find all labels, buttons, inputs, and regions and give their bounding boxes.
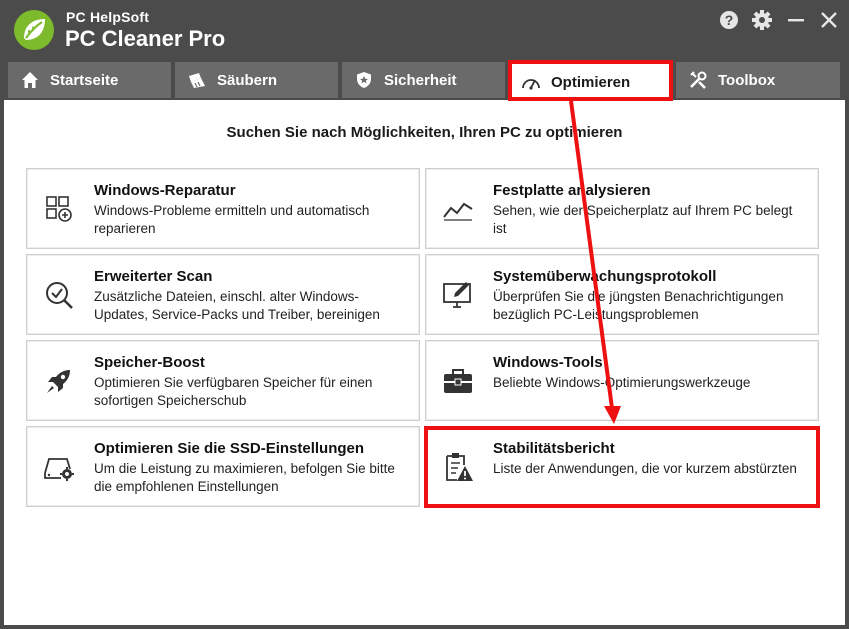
card-stabilitaetsbericht[interactable]: Stabilitätsbericht Liste der Anwendungen… [425, 426, 819, 507]
monitor-edit-icon [442, 279, 474, 311]
magnifier-check-icon [43, 279, 75, 311]
tab-optimieren[interactable]: Optimieren [509, 62, 672, 102]
card-festplatte-analysieren[interactable]: Festplatte analysieren Sehen, wie der Sp… [425, 168, 819, 249]
card-description: Überprüfen Sie die jüngsten Benachrichti… [493, 289, 784, 322]
card-description: Um die Leistung zu maximieren, befolgen … [94, 461, 395, 494]
ssd-gear-icon [43, 451, 75, 483]
card-title: Stabilitätsbericht [493, 440, 615, 457]
card-description: Windows-Probleme ermitteln und automatis… [94, 203, 370, 236]
shield-icon [354, 70, 374, 90]
clipboard-warning-icon [442, 451, 474, 483]
leaf-logo-icon [12, 8, 56, 52]
card-title: Optimieren Sie die SSD-Einstellungen [94, 440, 365, 457]
gauge-icon [521, 72, 541, 92]
main-tabs: Startseite Säubern Sicherheit Optimieren… [0, 58, 849, 102]
tab-startseite[interactable]: Startseite [8, 62, 171, 98]
card-title: Windows-Tools [493, 354, 603, 371]
rocket-icon [43, 365, 75, 397]
card-title: Speicher-Boost [94, 354, 205, 371]
card-description: Beliebte Windows-Optimierungswerkzeuge [493, 375, 751, 390]
brand-company: PC HelpSoft [66, 9, 150, 25]
card-windows-tools[interactable]: Windows-Tools Beliebte Windows-Optimieru… [425, 340, 819, 421]
card-title: Festplatte analysieren [493, 182, 651, 199]
card-description: Optimieren Sie verfügbaren Speicher für … [94, 375, 373, 408]
tab-label: Sicherheit [384, 71, 457, 89]
card-speicher-boost[interactable]: Speicher-Boost Optimieren Sie verfügbare… [26, 340, 420, 421]
gear-icon[interactable] [751, 9, 773, 31]
card-description: Liste der Anwendungen, die vor kurzem ab… [493, 461, 797, 476]
tab-sicherheit[interactable]: Sicherheit [342, 62, 505, 98]
tab-label: Optimieren [551, 73, 631, 91]
windows-plus-icon [43, 193, 75, 225]
card-description: Zusätzliche Dateien, einschl. alter Wind… [94, 289, 380, 322]
card-title: Systemüberwachungsprotokoll [493, 268, 717, 285]
home-icon [20, 70, 40, 90]
optimize-panel: Suchen Sie nach Möglichkeiten, Ihren PC … [4, 100, 845, 625]
card-title: Windows-Reparatur [94, 182, 236, 199]
help-icon[interactable]: ? [718, 9, 740, 31]
toolbox-icon [442, 365, 474, 397]
tab-label: Säubern [217, 71, 278, 89]
tab-label: Toolbox [718, 71, 776, 89]
page-heading: Suchen Sie nach Möglichkeiten, Ihren PC … [226, 124, 623, 141]
minimize-icon[interactable] [785, 9, 807, 31]
card-title: Erweiterter Scan [94, 268, 213, 285]
title-bar: PC HelpSoft PC Cleaner Pro ? [0, 0, 849, 58]
app-title: PC Cleaner Pro [65, 26, 226, 51]
tools-icon [688, 70, 708, 90]
close-icon[interactable] [818, 9, 840, 31]
card-description: Sehen, wie der Speicherplatz auf Ihrem P… [493, 203, 793, 236]
card-ssd-einstellungen[interactable]: Optimieren Sie die SSD-Einstellungen Um … [26, 426, 420, 507]
card-windows-reparatur[interactable]: Windows-Reparatur Windows-Probleme ermit… [26, 168, 420, 249]
broom-icon [187, 70, 207, 90]
trend-chart-icon [442, 193, 474, 225]
tab-toolbox[interactable]: Toolbox [676, 62, 840, 98]
svg-text:?: ? [725, 12, 734, 28]
tab-saeubern[interactable]: Säubern [175, 62, 338, 98]
card-systemueberwachungsprotokoll[interactable]: Systemüberwachungsprotokoll Überprüfen S… [425, 254, 819, 335]
tab-label: Startseite [50, 71, 119, 89]
card-erweiterter-scan[interactable]: Erweiterter Scan Zusätzliche Dateien, ei… [26, 254, 420, 335]
